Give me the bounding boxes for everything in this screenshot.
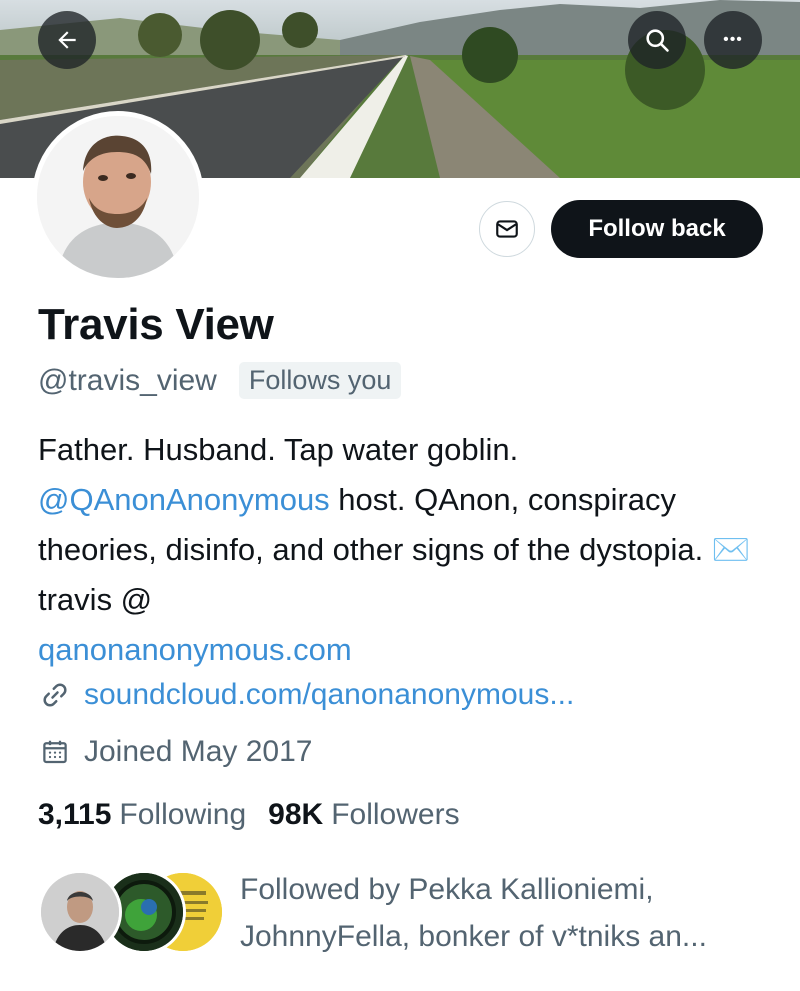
bio-line1: Father. Husband. Tap water goblin. (38, 432, 519, 467)
followers-count: 98K (268, 798, 324, 831)
follows-you-badge: Follows you (238, 362, 402, 399)
followers-label: Followers (331, 798, 460, 831)
follow-stats: 3,115 Following 98K Followers (38, 798, 460, 832)
follow-back-button[interactable]: Follow back (551, 200, 763, 258)
back-button[interactable] (38, 11, 96, 69)
envelope-emoji: ✉️ (711, 532, 751, 567)
more-options-button[interactable]: ••• (704, 11, 762, 69)
bio-mention-link[interactable]: @QAnonAnonymous (38, 482, 330, 517)
search-button[interactable] (628, 11, 686, 69)
message-button[interactable] (479, 201, 535, 257)
bio-email-prefix: travis @ (38, 582, 153, 617)
search-icon (646, 29, 669, 52)
joined-row: Joined May 2017 (38, 735, 313, 769)
profile-name: Travis View (38, 300, 274, 349)
bio-email-domain-link[interactable]: qanonanonymous.com (38, 632, 352, 667)
following-count: 3,115 (38, 798, 112, 831)
website-link[interactable]: soundcloud.com/qanonanonymous... (84, 678, 574, 712)
website-row: soundcloud.com/qanonanonymous... (38, 678, 574, 712)
profile-handle: @travis_view (38, 363, 217, 397)
following-label: Following (119, 798, 247, 831)
followed-by-text[interactable]: Followed by Pekka Kallioniemi, JohnnyFel… (240, 866, 780, 960)
avatar-photo (37, 116, 199, 278)
joined-date: Joined May 2017 (84, 735, 313, 768)
profile-bio: Father. Husband. Tap water goblin. @QAno… (38, 425, 778, 675)
more-horizontal-icon: ••• (723, 31, 743, 48)
profile-avatar[interactable] (32, 111, 204, 283)
followers-link[interactable]: 98K Followers (268, 798, 459, 832)
handle-row: @travis_view Follows you (38, 362, 402, 399)
follower-avatar-1 (38, 870, 122, 954)
arrow-left-icon (58, 31, 76, 49)
link-icon (38, 678, 72, 712)
mail-icon (496, 220, 518, 238)
following-link[interactable]: 3,115 Following (38, 798, 246, 832)
calendar-icon (38, 735, 72, 769)
